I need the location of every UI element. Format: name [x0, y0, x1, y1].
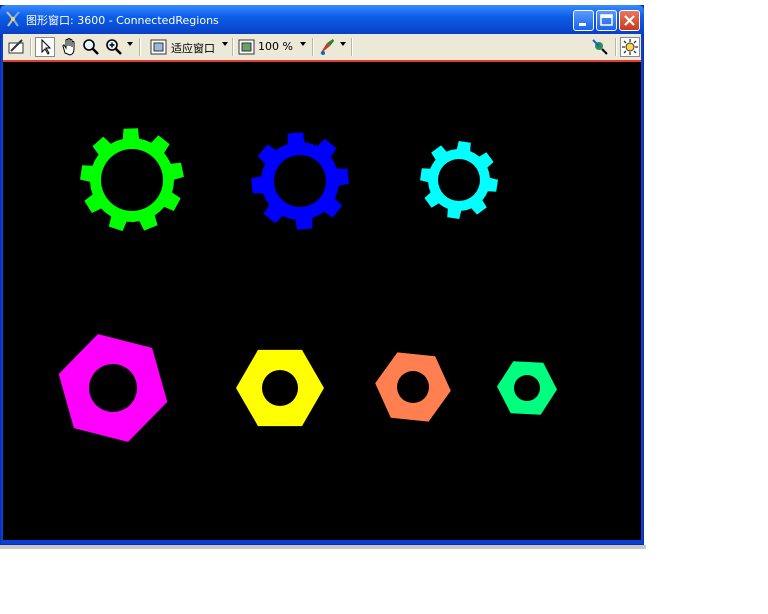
close-button[interactable]: [619, 10, 640, 31]
magnifier-icon[interactable]: [81, 37, 101, 57]
inspect-icon[interactable]: [590, 37, 610, 57]
fit-window-dropdown-arrow[interactable]: [222, 42, 228, 46]
zoom-dropdown-arrow[interactable]: [127, 42, 133, 46]
graphics-window: 图形窗口: 3600 - ConnectedRegions 适应窗口 100 %: [0, 5, 644, 545]
maximize-icon: [600, 14, 613, 26]
window-title: 图形窗口: 3600 - ConnectedRegions: [26, 14, 219, 27]
gear-blue-hole: [274, 155, 326, 207]
app-icon: [6, 11, 20, 27]
zoom-in-icon[interactable]: [104, 37, 124, 57]
zoom-percent-label[interactable]: 100 %: [258, 40, 293, 53]
nut-coral-hole: [397, 371, 429, 403]
pan-hand-icon[interactable]: [59, 37, 79, 57]
toolbar: 适应窗口 100 %: [3, 34, 641, 62]
gear-cyan-hole: [438, 159, 480, 201]
nut-magenta-hole: [89, 364, 137, 412]
nut-spring-hole: [514, 375, 540, 401]
title-bar[interactable]: 图形窗口: 3600 - ConnectedRegions: [0, 5, 644, 34]
fit-window-label[interactable]: 适应窗口: [171, 40, 215, 56]
gear-blue-region: [251, 132, 349, 230]
nut-yellow-region: [236, 349, 324, 427]
color-tool-dropdown-arrow[interactable]: [340, 42, 346, 46]
regions-svg: [58, 128, 557, 442]
settings-icon[interactable]: [620, 37, 640, 57]
color-tool-icon[interactable]: [317, 37, 337, 57]
maximize-button[interactable]: [596, 10, 617, 31]
nut-magenta-region: [58, 334, 168, 442]
draw-icon[interactable]: [7, 37, 27, 57]
gear-green-region: [80, 128, 184, 232]
minimize-icon: [579, 23, 586, 26]
window-bottom-border: [0, 545, 646, 549]
close-icon: [624, 15, 635, 26]
pointer-icon[interactable]: [35, 37, 55, 57]
nut-yellow-hole: [262, 370, 298, 406]
gear-cyan-region: [420, 141, 498, 219]
nut-coral-region: [375, 352, 451, 422]
nut-spring-green-region: [497, 361, 557, 415]
zoom-100-icon[interactable]: [237, 37, 257, 57]
minimize-button[interactable]: [573, 10, 594, 31]
fit-window-icon[interactable]: [149, 37, 169, 57]
zoom-percent-dropdown-arrow[interactable]: [300, 42, 306, 46]
gear-green-hole: [101, 149, 163, 211]
image-canvas[interactable]: [3, 62, 641, 540]
